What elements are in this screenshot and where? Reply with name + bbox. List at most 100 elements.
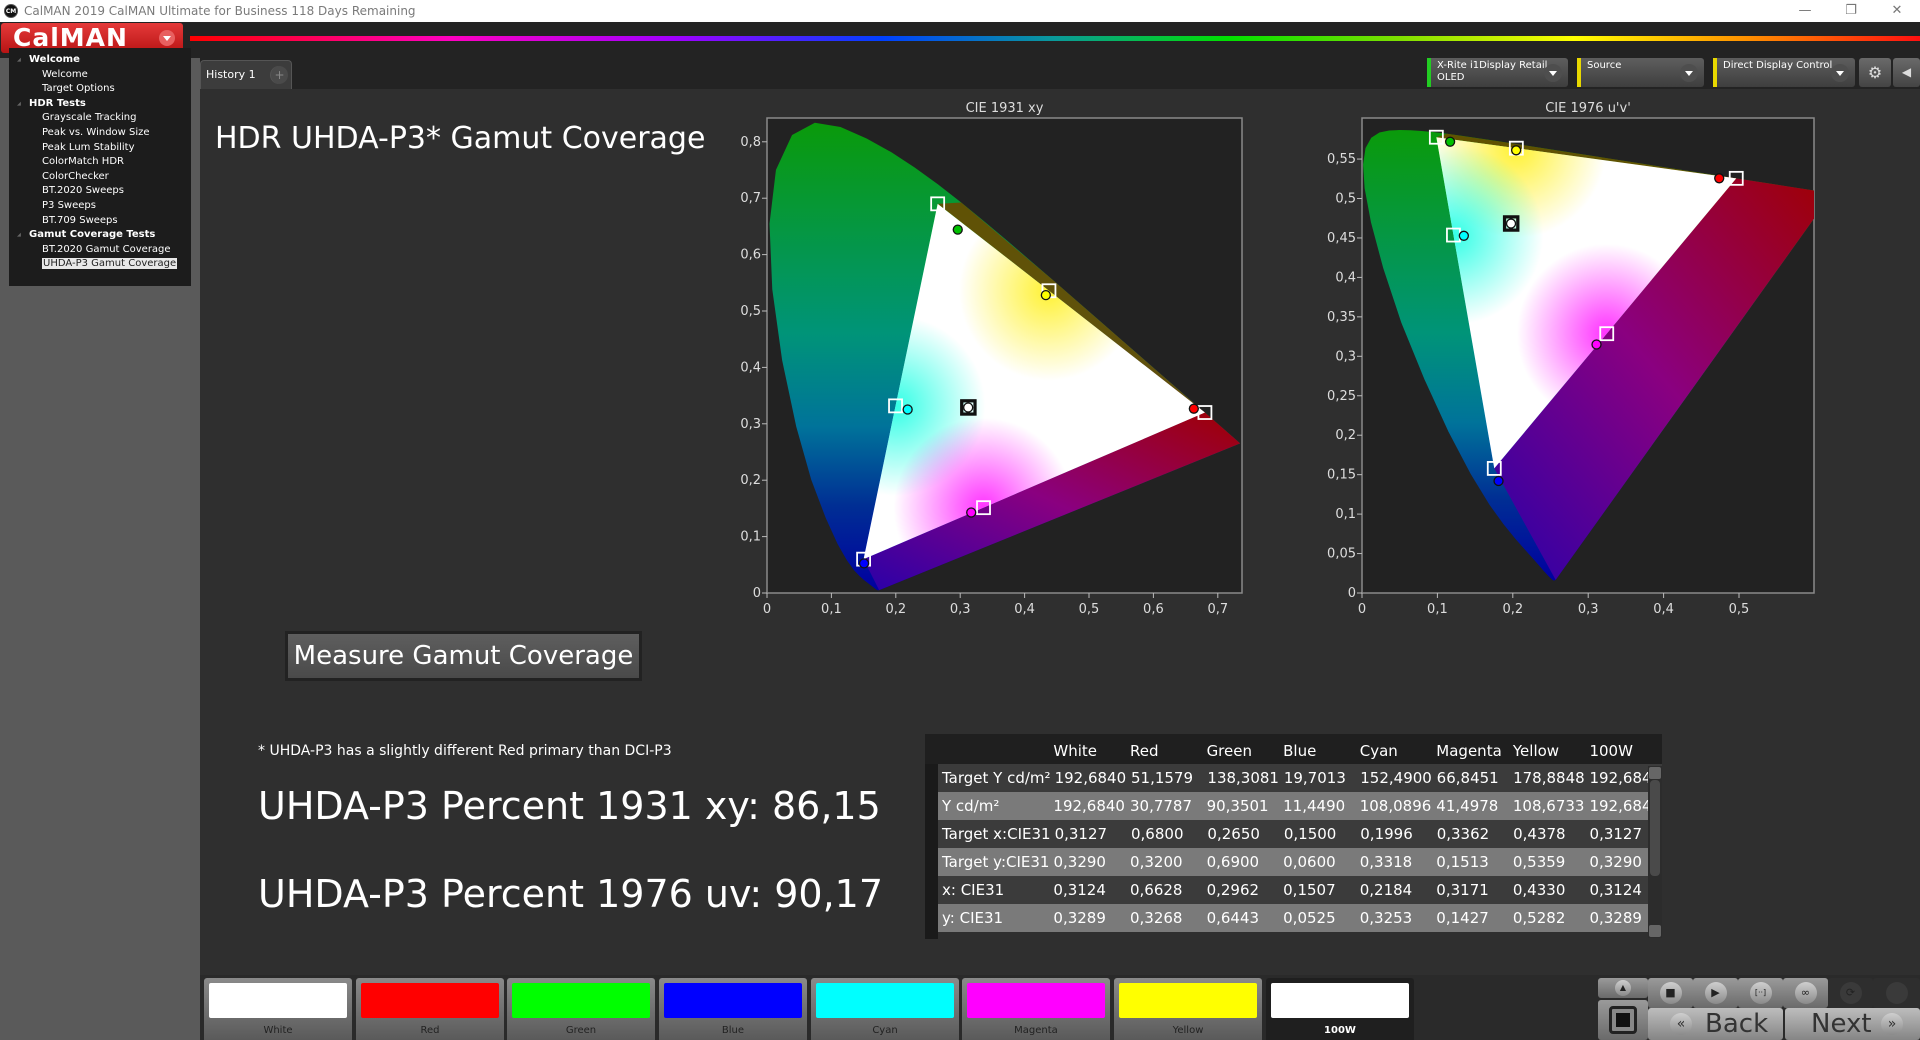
table-cell: 0,1507 — [1283, 881, 1336, 899]
tree-group[interactable]: HDR Tests — [9, 97, 191, 112]
measured-marker-white — [1505, 218, 1517, 229]
table-row[interactable]: Target Y cd/m² 192,6840 51,1579 138,3081 19,… — [925, 764, 1662, 792]
tree-item[interactable]: Peak Lum Stability — [9, 141, 191, 156]
settings-button[interactable]: ⚙ — [1859, 58, 1891, 87]
table-cell: 0,0600 — [1283, 853, 1336, 871]
close-button[interactable]: ✕ — [1874, 0, 1920, 22]
swatch-color — [512, 983, 650, 1018]
table-cell: 0,0525 — [1283, 909, 1336, 927]
next-button[interactable]: Next » — [1785, 1008, 1920, 1040]
gear-icon: ⚙ — [1867, 63, 1883, 82]
tab-history-1[interactable]: History 1 + — [200, 60, 292, 89]
stop-measure-button[interactable] — [1598, 1000, 1648, 1040]
table-cell: 0,3253 — [1359, 909, 1413, 927]
y-tick-label: 0,5 — [1335, 192, 1356, 207]
measured-marker-magenta — [966, 507, 977, 518]
page-title: HDR UHDA-P3* Gamut Coverage — [215, 121, 706, 156]
color-swatch-white[interactable]: White — [204, 978, 352, 1040]
table-cell: 0,3289 — [1053, 909, 1106, 927]
column-header: 100W — [1589, 742, 1633, 760]
x-tick-label: 0,2 — [885, 602, 906, 617]
tree-item-label: BT.2020 Sweeps — [42, 185, 124, 197]
y-tick-label: 0,55 — [1327, 152, 1356, 167]
tree-item-label: BT.709 Sweeps — [42, 214, 118, 226]
swatch-color — [816, 983, 954, 1018]
refresh-button[interactable]: ⟳ — [1828, 978, 1873, 1008]
stop-button[interactable]: ■ — [1648, 978, 1693, 1008]
chevron-up-icon: ▲ — [1615, 980, 1631, 996]
table-cell: 0,6800 — [1131, 825, 1184, 843]
source-selector[interactable]: Source — [1577, 58, 1704, 87]
measured-marker-blue — [858, 558, 870, 569]
scroll-up-button[interactable] — [1649, 767, 1661, 779]
tree-item[interactable]: Peak vs. Window Size — [9, 126, 191, 141]
y-tick-label: 0,25 — [1327, 389, 1356, 404]
swatch-label: White — [263, 1025, 293, 1036]
color-swatch-100w[interactable]: 100W — [1266, 978, 1414, 1040]
table-row[interactable]: Target y:CIE31 0,3290 0,3200 0,6900 0,0600 0,… — [925, 848, 1662, 876]
minimize-button[interactable]: — — [1782, 0, 1828, 22]
color-swatch-cyan[interactable]: Cyan — [811, 978, 959, 1040]
scroll-down-button[interactable] — [1649, 925, 1661, 937]
y-tick-label: 0,4 — [1335, 270, 1356, 285]
row-label: x: CIE31 — [942, 881, 1005, 899]
tree-group[interactable]: Gamut Coverage Tests — [9, 228, 191, 243]
collapse-panel-button[interactable]: ◀ — [1893, 58, 1920, 87]
meter-selector[interactable]: X-Rite i1Display Retail OLED — [1427, 58, 1568, 87]
back-button[interactable]: « Back — [1648, 1008, 1783, 1040]
swatch-color — [967, 983, 1105, 1018]
tree-item[interactable]: Welcome — [9, 68, 191, 83]
tree-item[interactable]: UHDA-P3 Gamut Coverage — [9, 257, 191, 272]
tree-item-label: ColorMatch HDR — [42, 156, 124, 168]
column-header: Green — [1206, 742, 1252, 760]
column-header: Blue — [1283, 742, 1317, 760]
restore-button[interactable]: ❐ — [1828, 0, 1874, 22]
tree-item[interactable]: BT.709 Sweeps — [9, 214, 191, 229]
add-tab-button[interactable]: + — [270, 66, 288, 84]
tree-item[interactable]: ColorChecker — [9, 170, 191, 185]
y-tick-label: 0,1 — [740, 530, 761, 545]
infinity-icon: ∞ — [1794, 982, 1817, 1004]
scroll-thumb[interactable] — [1650, 780, 1660, 876]
chevron-down-icon — [1680, 64, 1698, 82]
measured-marker-red — [1714, 173, 1725, 184]
tree-item[interactable]: BT.2020 Sweeps — [9, 184, 191, 199]
tree-item[interactable]: Target Options — [9, 82, 191, 97]
swatch-color — [1271, 983, 1409, 1018]
workflow-tree: Welcome Welcome Target Options HDR Tests Gra… — [9, 48, 191, 286]
table-cell: 11,4490 — [1283, 797, 1346, 815]
x-tick-label: 0,3 — [950, 602, 971, 617]
y-tick-label: 0,2 — [740, 473, 761, 488]
color-swatch-red[interactable]: Red — [356, 978, 504, 1040]
table-cell: 0,4330 — [1512, 881, 1566, 899]
x-tick-label: 0,1 — [821, 602, 842, 617]
color-swatch-magenta[interactable]: Magenta — [962, 978, 1110, 1040]
color-swatch-green[interactable]: Green — [507, 978, 655, 1040]
table-row[interactable]: x: CIE31 0,3124 0,6628 0,2962 0,1507 0,2184 0,… — [925, 876, 1662, 904]
y-tick-label: 0,15 — [1327, 468, 1356, 483]
display-selector[interactable]: Direct Display Control — [1713, 58, 1855, 87]
play-button[interactable]: ▶ — [1693, 978, 1738, 1008]
measure-gamut-coverage-button[interactable]: Measure Gamut Coverage — [285, 631, 642, 681]
table-scrollbar[interactable] — [1648, 766, 1662, 938]
tree-group[interactable]: Welcome — [9, 53, 191, 68]
swatch-color — [209, 983, 347, 1018]
table-row[interactable]: Y cd/m² 192,6840 30,7787 90,3501 11,4490 108,… — [925, 792, 1662, 820]
color-swatch-blue[interactable]: Blue — [659, 978, 807, 1040]
bracket-button[interactable]: [··] — [1738, 978, 1783, 1008]
footnote: * UHDA-P3 has a slightly different Red p… — [258, 743, 672, 759]
table-cell: 0,1427 — [1436, 909, 1489, 927]
loop-button[interactable]: ∞ — [1783, 978, 1828, 1008]
tree-item[interactable]: ColorMatch HDR — [9, 155, 191, 170]
scroll-up-control[interactable]: ▲ — [1598, 978, 1648, 998]
table-row[interactable]: y: CIE31 0,3289 0,3268 0,6443 0,0525 0,3253 0,… — [925, 904, 1662, 932]
play-icon: ▶ — [1704, 982, 1727, 1004]
window-title: CalMAN 2019 CalMAN Ultimate for Business… — [24, 4, 416, 18]
tree-item[interactable]: P3 Sweeps — [9, 199, 191, 214]
bracket-icon: [··] — [1749, 982, 1772, 1004]
color-swatch-yellow[interactable]: Yellow — [1114, 978, 1262, 1040]
tree-item[interactable]: BT.2020 Gamut Coverage — [9, 243, 191, 258]
tree-item[interactable]: Grayscale Tracking — [9, 111, 191, 126]
table-row[interactable]: Target x:CIE31 0,3127 0,6800 0,2650 0,1500 0,… — [925, 820, 1662, 848]
swatch-label: Blue — [721, 1025, 745, 1036]
